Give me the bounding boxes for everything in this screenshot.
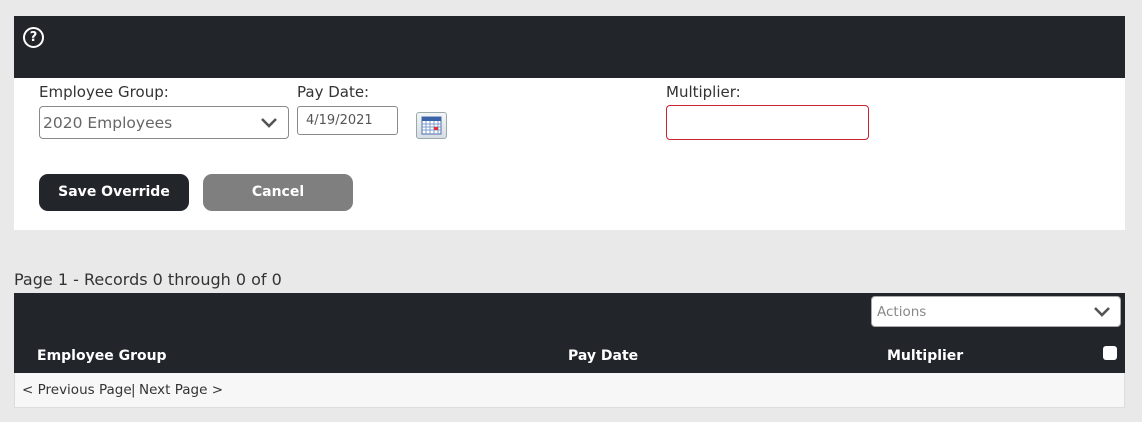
chevron-down-icon [261, 118, 277, 128]
chevron-down-icon [1094, 307, 1110, 317]
multiplier-label: Multiplier: [666, 83, 741, 101]
actions-select[interactable]: Actions [871, 296, 1121, 327]
pager-separator: | [131, 382, 136, 398]
column-multiplier[interactable]: Multiplier [887, 348, 963, 364]
employee-group-select[interactable]: 2020 Employees [39, 106, 289, 139]
header-bar: ? [14, 16, 1125, 78]
employee-group-value: 2020 Employees [43, 114, 173, 132]
next-page-link[interactable]: Next Page > [139, 382, 223, 398]
override-form: Employee Group: 2020 Employees Pay Date:… [14, 78, 1125, 230]
pager: < Previous Page | Next Page > [14, 373, 1125, 408]
pay-date-input[interactable] [297, 106, 398, 135]
grid-header: Actions Employee Group Pay Date Multipli… [14, 293, 1125, 373]
save-override-button[interactable]: Save Override [39, 174, 189, 211]
help-icon[interactable]: ? [23, 27, 44, 48]
calendar-icon[interactable] [416, 112, 447, 139]
cancel-button[interactable]: Cancel [203, 174, 353, 211]
employee-group-label: Employee Group: [39, 83, 169, 101]
select-all-checkbox[interactable] [1103, 346, 1117, 360]
column-employee-group[interactable]: Employee Group [37, 348, 167, 364]
previous-page-link[interactable]: < Previous Page [22, 382, 132, 398]
records-info: Page 1 - Records 0 through 0 of 0 [14, 270, 282, 289]
column-pay-date[interactable]: Pay Date [568, 348, 638, 364]
multiplier-input[interactable] [666, 105, 869, 140]
actions-placeholder: Actions [877, 304, 927, 320]
pay-date-label: Pay Date: [297, 83, 370, 101]
